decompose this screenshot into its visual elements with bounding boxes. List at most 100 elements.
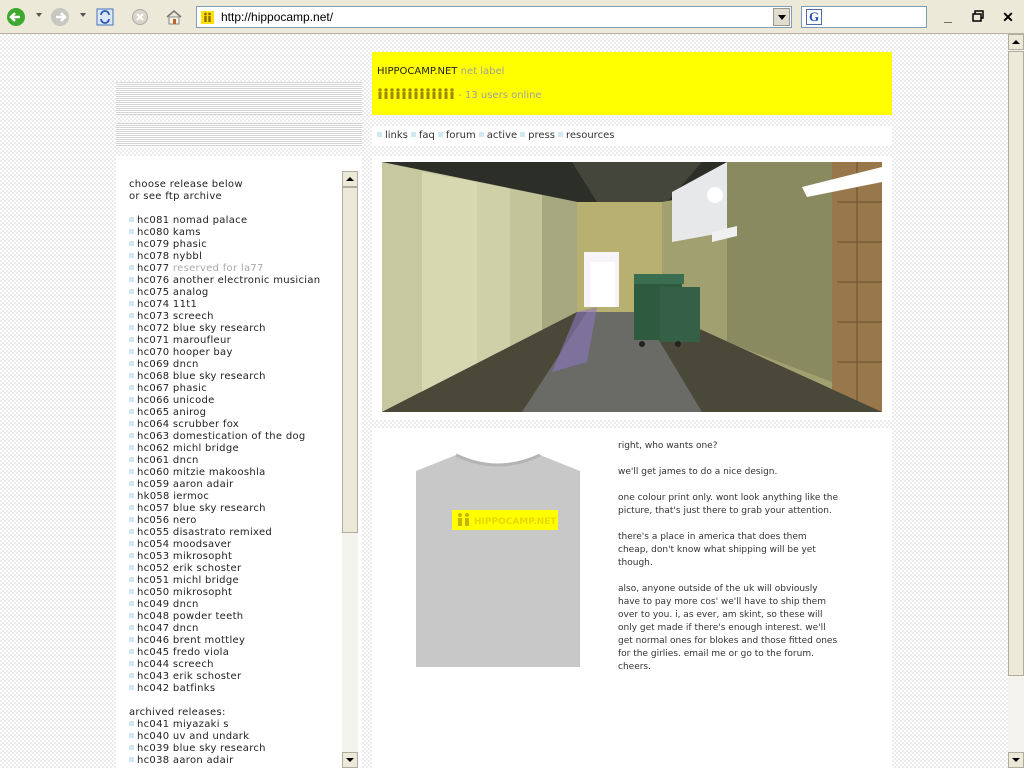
release-item[interactable]: hc044 screech [129, 659, 320, 671]
release-item[interactable]: hc046 brent mottley [129, 635, 320, 647]
google-search-icon[interactable]: G [806, 9, 822, 25]
nav-link-resources[interactable]: resources [566, 130, 614, 141]
release-name: blue sky research [172, 371, 266, 382]
release-item[interactable]: hc041 miyazaki s [129, 719, 320, 731]
release-item[interactable]: hc064 scrubber fox [129, 419, 320, 431]
release-item[interactable]: hc055 disastrato remixed [129, 527, 320, 539]
release-item[interactable]: hc078 nybbl [129, 251, 320, 263]
address-bar[interactable]: http://hippocamp.net/ [196, 6, 792, 28]
release-item[interactable]: hc066 unicode [129, 395, 320, 407]
nav-link-active[interactable]: active [487, 130, 517, 141]
restore-window-icon[interactable] [970, 9, 986, 25]
close-window-icon[interactable]: ✕ [1000, 9, 1016, 25]
release-item[interactable]: hc056 nero [129, 515, 320, 527]
chevron-down-icon [777, 14, 786, 20]
ftp-archive-link[interactable]: ftp archive [165, 191, 222, 202]
release-code: hc078 [137, 251, 170, 262]
bullet-icon [129, 301, 134, 306]
release-item[interactable]: hc053 mikrosopht [129, 551, 320, 563]
release-code: hc068 [137, 371, 170, 382]
release-item[interactable]: hc074 11t1 [129, 299, 320, 311]
release-item[interactable]: hc039 blue sky research [129, 743, 320, 755]
release-item[interactable]: hc068 blue sky research [129, 371, 320, 383]
release-item[interactable]: hc072 blue sky research [129, 323, 320, 335]
release-item[interactable]: hc079 phasic [129, 239, 320, 251]
bullet-icon [129, 457, 134, 462]
release-item[interactable]: hc062 michl bridge [129, 443, 320, 455]
release-item[interactable]: hc059 aaron adair [129, 479, 320, 491]
release-item[interactable]: hc075 analog [129, 287, 320, 299]
release-item[interactable]: hc073 screech [129, 311, 320, 323]
page-scroll-up-button[interactable] [1008, 34, 1024, 50]
release-item[interactable]: hc061 dncn [129, 455, 320, 467]
release-item[interactable]: hc076 another electronic musician [129, 275, 320, 287]
search-box[interactable]: G [801, 6, 927, 28]
release-code: hc072 [137, 323, 170, 334]
release-item[interactable]: hk058 iermoc [129, 491, 320, 503]
left-stripe-bar-bottom [116, 123, 362, 147]
release-item[interactable]: hc048 powder teeth [129, 611, 320, 623]
release-item[interactable]: hc038 aaron adair [129, 755, 320, 767]
release-item[interactable]: hc081 nomad palace [129, 215, 320, 227]
release-code: hc066 [137, 395, 170, 406]
page-scroll-down-button[interactable] [1008, 752, 1024, 768]
nav-link-faq[interactable]: faq [419, 130, 435, 141]
release-item[interactable]: hc080 kams [129, 227, 320, 239]
bullet-icon [520, 132, 526, 137]
page-scrollbar[interactable] [1008, 34, 1024, 768]
release-item[interactable]: hc049 dncn [129, 599, 320, 611]
post-body: right, who wants one? we'll get james to… [618, 440, 838, 687]
release-item[interactable]: hc040 uv and undark [129, 731, 320, 743]
tshirt-image: HIPPOCAMP.NET [416, 453, 580, 667]
page-scroll-thumb[interactable] [1008, 51, 1024, 676]
home-icon[interactable] [163, 6, 185, 28]
release-item[interactable]: hc065 anirog [129, 407, 320, 419]
release-name: phasic [172, 383, 208, 394]
release-item[interactable]: hc057 blue sky research [129, 503, 320, 515]
bullet-icon [129, 553, 134, 558]
release-item[interactable]: hc051 michl bridge [129, 575, 320, 587]
release-item[interactable]: hc060 mitzie makooshla [129, 467, 320, 479]
refresh-icon[interactable] [94, 6, 116, 28]
bullet-icon [129, 733, 134, 738]
scroll-up-button[interactable] [342, 171, 358, 187]
release-item[interactable]: hc067 phasic [129, 383, 320, 395]
scroll-thumb[interactable] [342, 187, 358, 533]
nav-link-links[interactable]: links [385, 130, 408, 141]
release-list-scrollbar[interactable] [342, 171, 358, 768]
release-item[interactable]: hc070 hooper bay [129, 347, 320, 359]
forward-arrow-icon[interactable] [49, 6, 71, 28]
release-item[interactable]: hc071 maroufleur [129, 335, 320, 347]
bullet-icon [437, 132, 443, 137]
bullet-icon [129, 397, 134, 402]
release-item[interactable]: hc054 moodsaver [129, 539, 320, 551]
release-item[interactable]: hc063 domestication of the dog [129, 431, 320, 443]
bullet-icon [129, 445, 134, 450]
release-item[interactable]: hc045 fredo viola [129, 647, 320, 659]
back-arrow-icon[interactable] [5, 6, 27, 28]
release-code: hc065 [137, 407, 170, 418]
release-item[interactable]: hc042 batfinks [129, 683, 320, 695]
release-item[interactable]: hc050 mikrosopht [129, 587, 320, 599]
address-dropdown-button[interactable] [773, 8, 790, 26]
post-paragraph: there's a place in america that does the… [618, 532, 816, 568]
site-name-link[interactable]: HIPPOCAMP.NET [377, 66, 457, 77]
address-url[interactable]: http://hippocamp.net/ [221, 10, 333, 24]
nav-links: links faq forum active press resources [377, 130, 617, 141]
minimize-window-icon[interactable]: _ [940, 8, 956, 24]
back-dropdown-icon[interactable] [36, 13, 42, 17]
bullet-icon [129, 685, 134, 690]
release-item[interactable]: hc052 erik schoster [129, 563, 320, 575]
release-code: hc046 [137, 635, 170, 646]
scroll-down-button[interactable] [342, 752, 358, 768]
stop-icon[interactable] [129, 6, 151, 28]
release-name: analog [172, 287, 209, 298]
release-item[interactable]: hc043 erik schoster [129, 671, 320, 683]
release-item[interactable]: hc047 dncn [129, 623, 320, 635]
release-item[interactable]: hc069 dncn [129, 359, 320, 371]
nav-link-press[interactable]: press [528, 130, 555, 141]
nav-link-forum[interactable]: forum [446, 130, 476, 141]
bullet-icon [129, 601, 134, 606]
forward-dropdown-icon[interactable] [80, 13, 86, 17]
